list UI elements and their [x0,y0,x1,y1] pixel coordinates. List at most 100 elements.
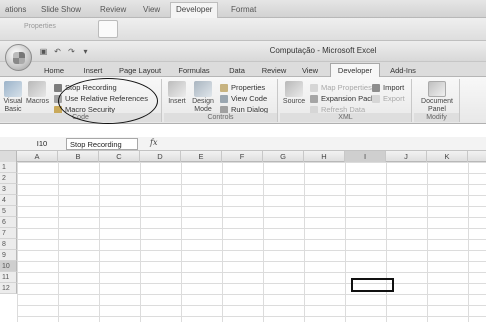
stop-icon [54,84,62,92]
use-relative-references-label: Use Relative References [65,94,148,103]
group-xml-label: XML [280,113,411,122]
col-header-c[interactable]: C [99,151,140,162]
document-panel-icon [428,81,446,97]
import-button[interactable]: Import [372,83,404,93]
bg-tab-view[interactable]: View [138,3,165,17]
active-cell-i10[interactable] [351,278,394,292]
properties-button[interactable]: Properties [220,83,265,93]
row-header-5[interactable]: 5 [0,206,17,217]
row-header-9[interactable]: 9 [0,250,17,261]
export-button[interactable]: Export [372,94,405,104]
col-header-e[interactable]: E [181,151,222,162]
col-header-d[interactable]: D [140,151,181,162]
window-title: Computação - Microsoft Excel [269,46,377,55]
map-properties-button[interactable]: Map Properties [310,83,372,93]
col-header-h[interactable]: H [304,151,345,162]
row-header-12[interactable]: 12 [0,283,17,294]
stop-recording-label: Stop Recording [65,83,117,92]
bg-tab-format[interactable]: Format [226,3,261,17]
col-header-f[interactable]: F [222,151,263,162]
tab-developer[interactable]: Developer [330,63,380,78]
row-header-6[interactable]: 6 [0,217,17,228]
group-code-label: Code [0,113,161,122]
visual-basic-icon [4,81,22,97]
export-icon [372,95,380,103]
row-header-1[interactable]: 1 [0,162,17,173]
tab-add-ins[interactable]: Add-Ins [386,64,420,77]
document-panel-label: Document Panel [421,98,453,113]
column-headers: A B C D E F G H I J K [0,151,486,162]
stop-recording-button[interactable]: Stop Recording [54,83,117,93]
view-code-button[interactable]: View Code [220,94,267,104]
group-modify: Document Panel Modify [414,79,460,122]
tab-review[interactable]: Review [258,64,290,77]
bg-tab-slide-show[interactable]: Slide Show [36,3,86,17]
row-header-7[interactable]: 7 [0,228,17,239]
formula-bar: I10 Stop Recording fx [0,137,486,151]
office-logo-icon [13,52,25,64]
group-code: Visual Basic Macros Stop Recording Use R… [0,79,162,122]
use-relative-references-button[interactable]: Use Relative References [54,94,148,104]
group-modify-label: Modify [414,113,459,122]
view-code-label: View Code [231,94,268,103]
insert-control-label: Insert [168,98,186,105]
design-mode-label: Design Mode [192,98,214,113]
background-ribbon: Properties [0,18,486,41]
design-mode-button[interactable]: Design Mode [190,79,216,114]
spreadsheet-grid: A B C D E F G H I J K 1 2 3 4 5 6 7 8 9 … [0,151,486,322]
fx-icon[interactable]: fx [150,138,157,147]
tab-formulas[interactable]: Formulas [174,64,214,77]
tab-home[interactable]: Home [40,64,68,77]
tab-insert[interactable]: Insert [78,64,108,77]
bg-properties-label[interactable]: Properties [24,23,56,30]
name-box[interactable]: I10 [20,138,64,150]
row-header-8[interactable]: 8 [0,239,17,250]
row-header-2[interactable]: 2 [0,173,17,184]
macros-label: Macros [26,98,49,105]
cell-area[interactable] [17,162,486,322]
source-button[interactable]: Source [282,79,306,106]
select-all-corner[interactable] [0,151,17,162]
tab-data[interactable]: Data [224,64,250,77]
col-header-j[interactable]: J [386,151,427,162]
row-header-10[interactable]: 10 [0,261,17,272]
ribbon-tabs: Home Insert Page Layout Formulas Data Re… [0,62,486,78]
tab-view[interactable]: View [298,64,322,77]
formula-input[interactable]: Stop Recording [66,138,138,150]
document-panel-button[interactable]: Document Panel [418,79,456,114]
macros-button[interactable]: Macros [26,79,49,106]
group-xml: Source Map Properties Expansion Packs Re… [280,79,412,122]
col-header-k[interactable]: K [427,151,468,162]
col-header-b[interactable]: B [58,151,99,162]
col-header-i[interactable]: I [345,151,386,162]
tab-page-layout[interactable]: Page Layout [116,64,164,77]
design-mode-icon [194,81,212,97]
source-label: Source [282,98,306,105]
bg-tab-developer[interactable]: Developer [170,2,219,18]
insert-control-button[interactable]: Insert [166,79,188,106]
visual-basic-button[interactable]: Visual Basic [2,79,24,114]
row-header-3[interactable]: 3 [0,184,17,195]
import-icon [372,84,380,92]
bg-tab-review[interactable]: Review [95,3,131,17]
insert-control-icon [168,81,186,97]
relative-references-icon [54,95,62,103]
row-header-4[interactable]: 4 [0,195,17,206]
expansion-packs-button[interactable]: Expansion Packs [310,94,379,104]
view-code-icon [220,95,228,103]
col-header-a[interactable]: A [17,151,58,162]
visual-basic-label: Visual Basic [3,98,23,113]
background-window-tabs: ations Slide Show Review View Developer … [0,0,486,18]
map-properties-icon [310,84,318,92]
macros-icon [28,81,46,97]
group-controls: Insert Design Mode Properties View Code … [164,79,278,122]
export-label: Export [383,94,405,103]
row-header-11[interactable]: 11 [0,272,17,283]
bg-tab-animations[interactable]: ations [0,3,31,17]
col-header-g[interactable]: G [263,151,304,162]
expansion-packs-icon [310,95,318,103]
ribbon: Visual Basic Macros Stop Recording Use R… [0,77,486,124]
bg-properties-icon[interactable] [98,20,118,38]
office-button[interactable] [5,44,32,71]
import-label: Import [383,83,405,92]
